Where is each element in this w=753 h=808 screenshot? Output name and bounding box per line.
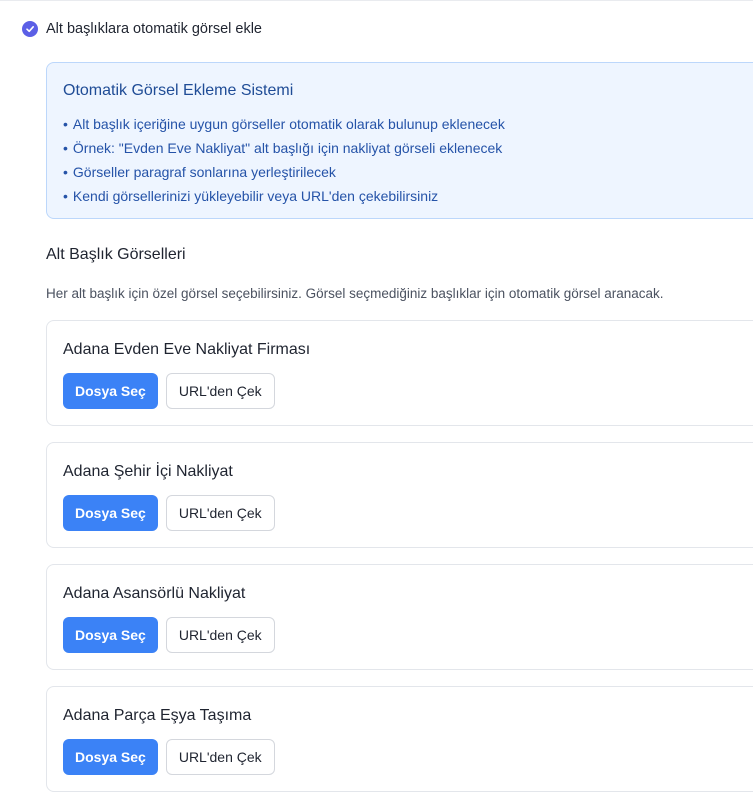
section-description: Her alt başlık için özel görsel seçebili… [46, 286, 664, 301]
subheading-card: Adana Şehir İçi Nakliyat Dosya Seç URL'd… [46, 442, 753, 548]
subheading-card: Adana Evden Eve Nakliyat Firması Dosya S… [46, 320, 753, 426]
info-box: Otomatik Görsel Ekleme Sistemi • Alt başl… [46, 62, 753, 219]
subheading-card: Adana Asansörlü Nakliyat Dosya Seç URL'd… [46, 564, 753, 670]
top-divider [0, 0, 753, 1]
choose-file-button[interactable]: Dosya Seç [63, 739, 158, 775]
fetch-from-url-button[interactable]: URL'den Çek [165, 739, 275, 775]
card-actions: Dosya Seç URL'den Çek [63, 617, 275, 653]
card-title: Adana Evden Eve Nakliyat Firması [63, 341, 311, 358]
auto-image-option[interactable]: Alt başlıklara otomatik görsel ekle [22, 21, 262, 37]
subheading-card: Adana Parça Eşya Taşıma Dosya Seç URL'de… [46, 686, 753, 792]
fetch-from-url-button[interactable]: URL'den Çek [165, 373, 275, 409]
card-actions: Dosya Seç URL'den Çek [63, 373, 275, 409]
fetch-from-url-button[interactable]: URL'den Çek [165, 495, 275, 531]
card-actions: Dosya Seç URL'den Çek [63, 739, 275, 775]
info-bullet: • Görseller paragraf sonlarına yerleştiri… [63, 164, 336, 180]
info-bullet: • Kendi görsellerinizi yükleyebilir veya … [63, 188, 439, 204]
choose-file-button[interactable]: Dosya Seç [63, 495, 158, 531]
choose-file-button[interactable]: Dosya Seç [63, 617, 158, 653]
info-bullet: • Örnek: "Evden Eve Nakliyat" alt başlığı… [63, 140, 503, 156]
section-title: Alt Başlık Görselleri [46, 246, 186, 263]
choose-file-button[interactable]: Dosya Seç [63, 373, 158, 409]
fetch-from-url-button[interactable]: URL'den Çek [165, 617, 275, 653]
card-title: Adana Parça Eşya Taşıma [63, 707, 252, 724]
auto-image-option-label: Alt başlıklara otomatik görsel ekle [46, 21, 262, 37]
card-title: Adana Asansörlü Nakliyat [63, 585, 246, 602]
card-title: Adana Şehir İçi Nakliyat [63, 463, 233, 480]
info-title: Otomatik Görsel Ekleme Sistemi [63, 82, 294, 99]
card-actions: Dosya Seç URL'den Çek [63, 495, 275, 531]
checkbox-checked-icon[interactable] [22, 21, 38, 37]
info-bullet: • Alt başlık içeriğine uygun görseller ot… [63, 116, 505, 132]
info-list: • Alt başlık içeriğine uygun görseller ot… [63, 112, 505, 208]
